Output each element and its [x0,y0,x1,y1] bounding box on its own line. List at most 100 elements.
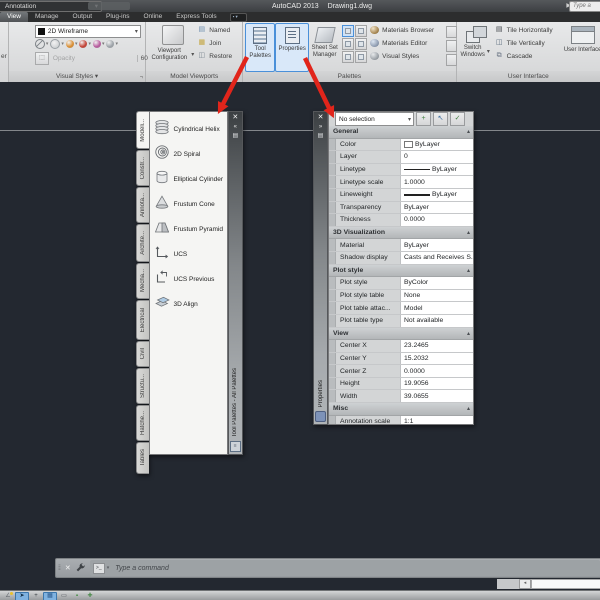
panel-label-visual-styles[interactable]: Visual Styles ▾ [8,71,146,82]
cascade-button[interactable]: ⧉ Cascade [495,50,553,62]
palette-cell-button-1[interactable] [342,25,355,37]
palette-cell-button-4[interactable] [355,38,368,50]
property-value[interactable]: 1:1 [400,415,473,424]
panel-label-palettes[interactable]: Palettes [243,71,456,82]
property-value[interactable]: 0 [400,151,473,163]
tool-palette-item[interactable]: Elliptical Cylinder [150,167,227,192]
quick-select-button[interactable]: ✓ [450,112,465,126]
restore-viewports-button[interactable]: ◫ Restore [197,50,232,62]
palette-cell-button-3[interactable] [342,38,355,50]
command-line-bar[interactable]: ⁞⁞ ✕ >_ ▾ Type a command [55,558,600,578]
palette-tab-archite[interactable]: Archite... [136,224,149,262]
drawing-area[interactable]: Modeli... Constr... Annota... Archite... Mec… [0,82,600,590]
ribbon-tab-view[interactable]: View [0,12,28,22]
tool-palette-item[interactable]: 3D Align [150,292,227,317]
tool-palette-item[interactable]: Cylindrical Helix [150,117,227,142]
materials-editor-button[interactable]: Materials Editor [370,37,434,49]
property-row[interactable]: Shadow display Casts and Receives S... [329,251,473,265]
palette-tab-electrical[interactable]: Electrical [136,300,149,340]
panel-label-user-interface[interactable]: User Interface [456,71,600,82]
property-row[interactable]: Annotation scale 1:1 [329,415,473,424]
property-value[interactable]: Casts and Receives S... [400,251,473,264]
sheet-set-manager-button[interactable]: Sheet Set Manager [308,23,341,70]
section-header-misc[interactable]: Misc [329,403,473,416]
visual-style-dropdown[interactable]: 2D Wireframe [34,25,141,38]
named-viewports-button[interactable]: ▤ Named [197,24,232,36]
infer-constraints-toggle[interactable]: ∠ [2,592,14,600]
palette-tab-tables[interactable]: Tables [136,442,149,474]
ribbon-tab-express-tools[interactable]: Express Tools [169,12,223,22]
property-row[interactable]: Linetype scale 1.0000 [329,176,473,189]
chevron-down-icon[interactable]: ▾ [115,41,118,47]
property-row[interactable]: Color ByLayer [329,138,473,152]
property-row[interactable]: Plot table type Not available [329,314,473,328]
ribbon-tab-plug-ins[interactable]: Plug-ins [99,12,136,22]
palette-cell-button-5[interactable] [342,51,355,63]
tile-horizontally-button[interactable]: ▤ Tile Horizontally [495,24,553,36]
user-interface-button[interactable]: User Interface [563,23,600,70]
property-value[interactable]: None [400,289,473,302]
grid-snap-toggle[interactable]: + [30,592,42,600]
selection-dropdown[interactable]: No selection [335,112,414,126]
palette-grip-icon[interactable]: ≡ [229,441,241,452]
property-value[interactable]: ByColor [400,277,473,289]
property-value[interactable]: ByLayer [400,239,473,251]
chevron-down-icon[interactable]: ▾ [102,41,105,47]
materials-on-icon[interactable] [65,40,74,48]
side-tool-button-1[interactable] [446,26,458,38]
property-value[interactable]: Not available [400,314,473,327]
palette-tab-structu[interactable]: Structu... [136,368,149,404]
section-header-3d-visualization[interactable]: 3D Visualization [329,226,473,240]
property-value[interactable]: ByLayer [400,201,473,214]
palette-tab-annota[interactable]: Annota... [136,187,149,223]
section-header-view[interactable]: View [329,327,473,341]
materials-browser-button[interactable]: Materials Browser [370,24,434,36]
ribbon-options-button[interactable] [229,13,247,22]
tile-vertically-button[interactable]: ◫ Tile Vertically [495,37,553,49]
wireframe-sphere-icon[interactable] [50,39,61,49]
section-header-general[interactable]: General [329,126,473,139]
object-snap-toggle[interactable]: ✚ [84,592,96,600]
property-row[interactable]: Lineweight ByLayer [329,188,473,202]
join-viewports-button[interactable]: ▦ Join [197,37,232,49]
tool-palette-item[interactable]: Frustum Pyramid [150,217,227,242]
snap-mode-toggle[interactable]: ➤ [15,591,29,600]
properties-bottom-icon[interactable] [315,411,326,422]
ribbon-tab-output[interactable]: Output [65,12,99,22]
chevron-down-icon[interactable]: ▾ [88,41,91,47]
switch-windows-button[interactable]: Switch Windows [461,23,492,70]
panel-label-model-viewports[interactable]: Model Viewports [146,71,243,82]
property-value[interactable]: 15.2032 [400,352,473,365]
property-row[interactable]: Transparency ByLayer [329,201,473,215]
side-tool-button-3[interactable] [446,54,458,66]
chevron-down-icon[interactable]: ▾ [46,41,49,47]
chevron-down-icon[interactable]: ▾ [75,41,78,47]
property-row[interactable]: Center X 23.2465 [329,340,473,353]
property-row[interactable]: Material ByLayer [329,239,473,252]
viewport-configuration-button[interactable]: Viewport Configuration [149,23,196,69]
tool-palette-titlebar[interactable]: ✕ « ▤ Tool Palettes - All Palettes ≡ [227,111,244,455]
palette-menu-icon[interactable]: ▤ [318,132,324,141]
tool-palette-item[interactable]: Frustum Cone [150,192,227,217]
shadows-off-icon[interactable] [34,39,45,49]
xray-toggle-button[interactable]: ⬚ [34,51,49,65]
palette-tab-civil[interactable]: Civil [136,341,149,367]
close-icon[interactable]: ✕ [318,112,324,123]
property-value[interactable]: 0.0000 [400,365,473,377]
property-value[interactable]: 19.9056 [400,377,473,390]
close-icon[interactable]: ✕ [232,112,238,123]
tool-palettes-button[interactable]: Tool Palettes [245,23,276,72]
gray-sphere-icon[interactable] [106,40,115,48]
customize-wrench-icon[interactable] [74,562,86,574]
palette-tab-hatche[interactable]: Hatche... [136,405,149,441]
tool-palette-item[interactable]: UCS [150,242,227,267]
property-value[interactable]: ByLayer [400,163,473,176]
property-row[interactable]: Plot style ByColor [329,277,473,290]
horizontal-scrollbar[interactable] [531,579,600,589]
property-row[interactable]: Thickness 0.0000 [329,214,473,227]
ribbon-tab-online[interactable]: Online [136,12,169,22]
panel-launcher-icon[interactable]: ¬ [140,75,144,81]
side-tool-button-2[interactable] [446,40,458,52]
ortho-mode-toggle[interactable]: ▭ [58,592,70,600]
property-value[interactable]: 23.2465 [400,340,473,352]
